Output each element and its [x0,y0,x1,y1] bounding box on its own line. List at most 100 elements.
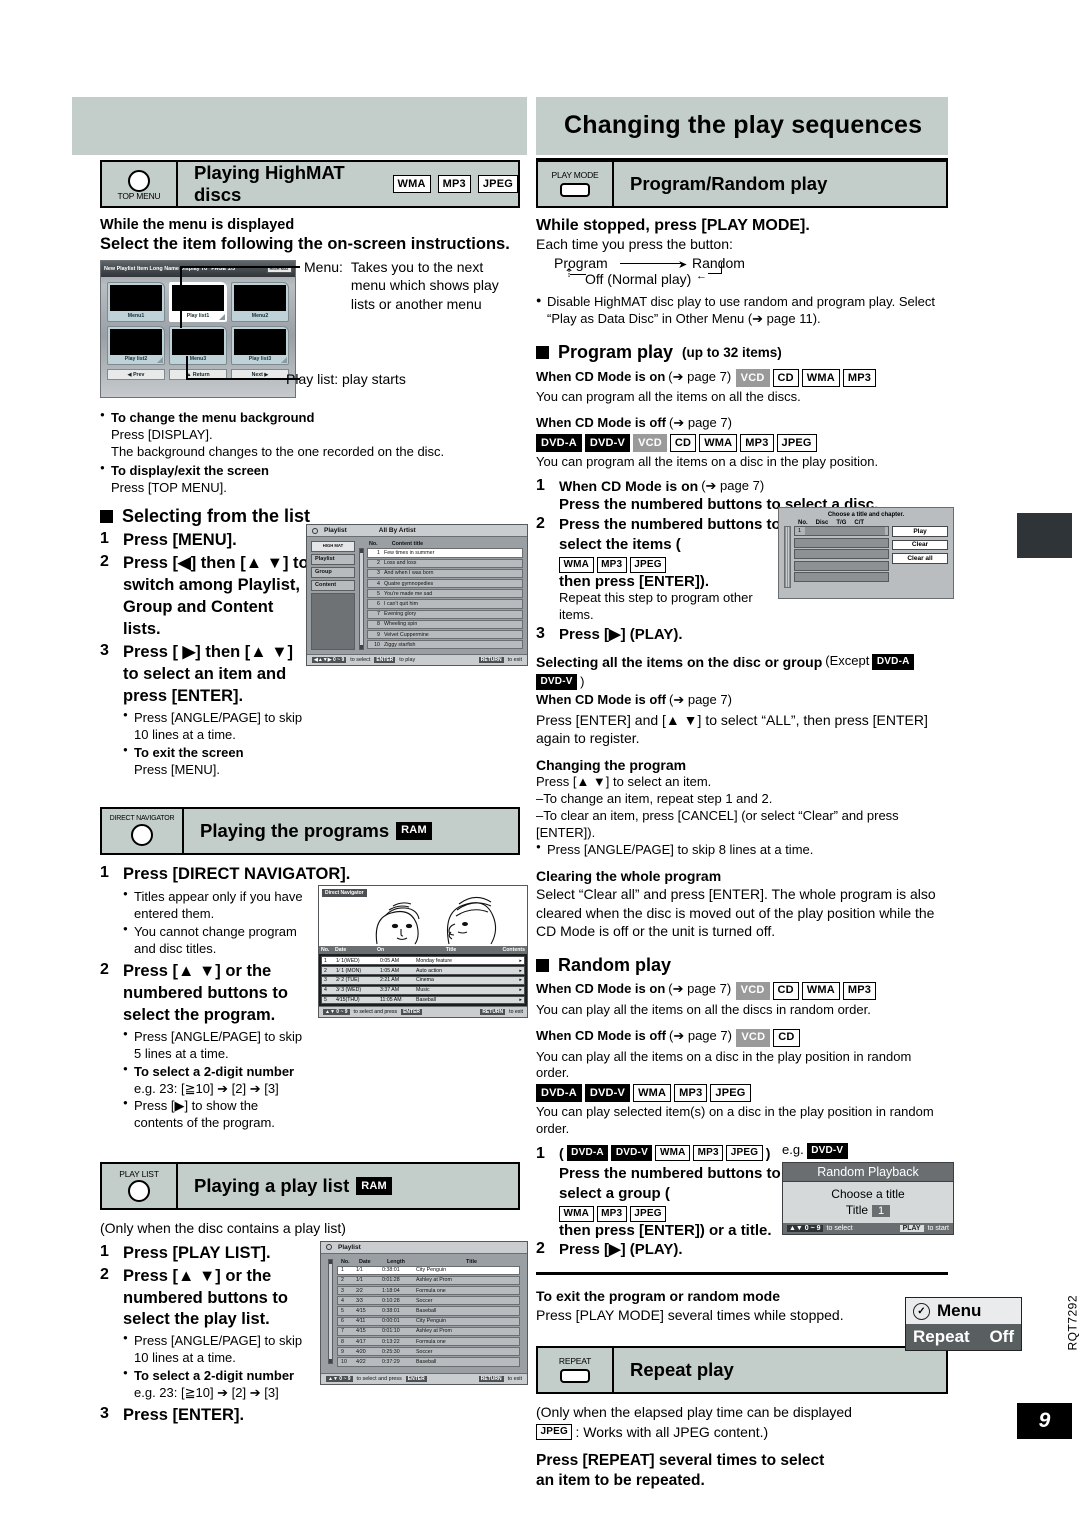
list-item[interactable]: 3 And when I was born [367,568,523,579]
list-item[interactable]: 6 I can't quit him [367,599,523,609]
row-title: Formula one [416,1338,446,1345]
table-row[interactable]: 4 3∕ 3 (WED) 3:37 AM Music ▸ [321,985,525,995]
column-no: No. [321,947,330,954]
osd-tab-group[interactable]: Group [311,566,355,578]
section-title-text: Playing the programs [200,819,390,841]
table-row[interactable] [794,572,889,583]
badge-jpeg: JPEG [629,557,667,574]
scrollbar[interactable] [328,1258,333,1364]
highmat-tile[interactable]: Menu2 [231,282,289,322]
subheading-text: Selecting from the list [122,506,311,527]
step-text: Press [MENU]. [123,531,237,550]
scrollbar[interactable] [784,526,791,589]
random-osd-area: e.g. DVD-V Random Playback Choose a titl… [782,1141,954,1235]
table-row[interactable]: 3 2∕ 2 (TUE) 2:21 AM Cinema ▸ [321,976,525,985]
list-item[interactable]: 7 Evening glory [367,609,523,619]
list-item[interactable]: 10 4∕22 0:37:29 Baseball [337,1357,520,1367]
play-button[interactable]: Play [892,526,948,537]
osd-tab-playlist[interactable]: Playlist [311,553,355,565]
list-item[interactable]: 1 1∕1 0:38:01 City Penguin [337,1265,520,1275]
footer-exit-label: to exit [507,657,522,664]
list-item[interactable]: 6 4∕11 0:00:01 City Penguin [337,1316,520,1326]
list-item[interactable]: 4 Quatre gymnopedies [367,579,523,589]
section-title-text: Playing a play list [194,1175,350,1197]
highmat-tile[interactable]: Play list3 [231,325,289,365]
repeat-button[interactable]: REPEAT [538,1348,614,1393]
list-item[interactable]: 9 Velvet Cuppermine [367,629,523,640]
highmat-tile[interactable]: Play list1 [169,282,227,322]
list-item[interactable]: 5 4∕15 0:38:01 Baseball [337,1306,520,1316]
chevron-right-icon: ▸ [519,996,522,1003]
prev-button[interactable]: ◀ Prev [107,369,165,380]
highmat-tile[interactable]: Menu3 [169,325,227,365]
badge-cd: CD [669,434,697,453]
direct-navigator-button[interactable]: DIRECT NAVIGATOR [102,808,184,853]
osd-repeat-row[interactable]: Repeat Off [906,1324,1021,1350]
row-on: 11:05 AM [380,996,402,1003]
list-item[interactable]: 1 Few times in summer [367,548,523,558]
list-item[interactable]: 8 Wheeling spin [367,619,523,629]
scrollbar[interactable] [359,548,364,651]
row-number: 2 [377,560,380,567]
dn-rows: 1 1∕ 1(WED) 0:05 AM Monday feature ▸ 2 1∕ 1 (… [319,954,527,1007]
highmat-tile[interactable]: Play list2 [107,325,165,365]
footer-exit-label: to exit [507,1375,522,1382]
list-item[interactable]: 7 4∕15 0:01:10 Ashley at Prom [337,1326,520,1336]
list-item[interactable]: 4 3∕3 0:10:28 Soccer [337,1296,520,1306]
osd-subtitle-text: All By Artist [378,527,416,535]
list-item[interactable]: 2 Loss and loss [367,558,523,568]
list-item[interactable]: 8 4∕17 0:13:22 Formula one [337,1336,520,1347]
step-number: 2 [100,1265,109,1283]
callout-line-horizontal [180,266,300,268]
program-cd-on-block: When CD Mode is on (➔ page 7) VCD CD WMA … [536,367,948,406]
badge-jpeg: JPEG [776,434,817,453]
program-osd-screenshot: Choose a title and chapter. No. Disc T/G… [778,507,954,600]
list-item[interactable]: 3 2∕2 1:18:04 Formula one [337,1286,520,1296]
play-list-button[interactable]: PLAY LIST [102,1164,178,1209]
round-button-icon [131,824,153,847]
play-list-button-label: PLAY LIST [119,1168,159,1179]
table-row[interactable]: 5 4∕15(THU) 11:05 AM Baseball ▸ [321,995,525,1005]
changing-bullet: Press [ANGLE/PAGE] to skip 8 lines at a … [536,842,948,859]
step-text-a: Press the numbered buttons to select a g… [559,1165,781,1202]
two-digit-text: e.g. 23: [≧10] ➔ [2] ➔ [3] [134,1080,279,1096]
badge-wma: WMA [801,981,840,1000]
list-item[interactable]: 10 Ziggy starfish [367,640,523,650]
table-row[interactable]: 2 1∕ 1 (MON) 1:05 AM Auto action ▸ [321,966,525,976]
osd-items: 1 Few times in summer 2 Loss and loss 3 And… [367,548,523,650]
mode-cycle-diagram: Program ➤ Random ⇡ Off (Normal play) ← [536,254,948,292]
badge-wma: WMA [559,1206,594,1223]
step-item: 2 Press [▶] (PLAY). [536,1240,782,1258]
clearing-title: Clearing the whole program [536,867,722,884]
step-number: 1 [100,1242,109,1260]
osd-items: 1 1∕1 0:38:01 City Penguin 2 1∕1 0:01:28 Ashle… [337,1265,520,1367]
table-row[interactable]: 1 [794,526,889,537]
step-page-ref: (➔ page 7) [701,477,765,493]
subheading-program-play: Program play (up to 32 items) [536,342,948,363]
highmat-tile[interactable]: Menu1 [107,282,165,322]
footer-play-label: to play [399,657,416,664]
table-row[interactable] [794,560,889,571]
table-row[interactable] [794,537,889,548]
row-date: 1∕ 1(WED) [336,957,360,964]
osd-sidebar: HIGH MAT Playlist Group Content [311,541,355,651]
list-item[interactable]: 2 1∕1 0:01:28 Ashley at Prom [337,1275,520,1286]
step-number: 3 [100,1404,109,1422]
row-title: Music [416,987,430,994]
clear-button[interactable]: Clear [892,539,948,551]
highmat-logo-icon: HIGH MAT [311,541,355,552]
badge-dvd-a: DVD-A [536,434,582,453]
clear-all-button[interactable]: Clear all [892,553,948,564]
table-row[interactable]: 1 1∕ 1(WED) 0:05 AM Monday feature ▸ [321,956,525,966]
top-menu-button[interactable]: TOP MENU [102,162,178,206]
note-title-background: To change the menu background [100,410,520,427]
osd-tab-content[interactable]: Content [311,579,355,591]
table-row[interactable] [794,549,889,560]
play-mode-button[interactable]: PLAY MODE [538,162,614,206]
title-number[interactable]: 1 [872,1204,891,1217]
choose-title-label: Choose a title [831,1186,905,1201]
list-item[interactable]: 9 4∕20 0:25:30 Soccer [337,1347,520,1357]
list-item[interactable]: 5 You're made me sad [367,589,523,599]
section-header-play-mode: PLAY MODE Program/Random play [536,160,948,208]
dn-illustration: Direct Navigator [319,886,527,947]
